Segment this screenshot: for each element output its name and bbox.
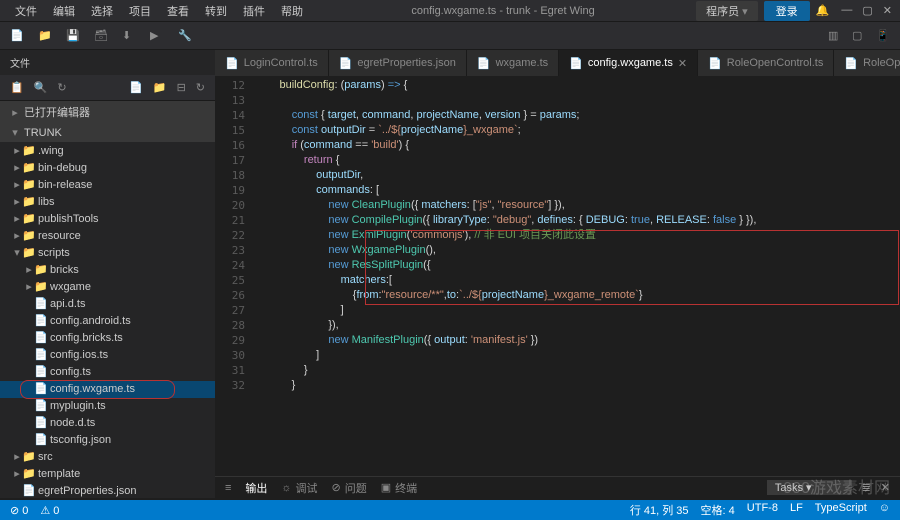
statusbar: ⊘ 0 ⚠ 0 行 41, 列 35 空格: 4 UTF-8 LF TypeSc… — [0, 500, 900, 520]
programmer-button[interactable]: 程序员 ▾ — [696, 1, 758, 21]
menu-帮助[interactable]: 帮助 — [274, 1, 310, 21]
bottom-panel: ≡ 输出 ☼ 调试 ⊘ 问题 ▣ 终端 Tasks ▾ ≣ ✕ — [215, 476, 900, 498]
title-actions: 程序员 ▾ 登录 🔔 — ▢ ✕ — [696, 1, 892, 21]
section-trunk[interactable]: ▾TRUNK — [0, 123, 215, 142]
status-eol[interactable]: LF — [790, 502, 803, 518]
tab-wxgame.ts[interactable]: 📄wxgame.ts — [467, 50, 559, 76]
status-errors[interactable]: ⊘ 0 — [10, 504, 28, 517]
new-file-icon[interactable]: 📄 — [10, 29, 24, 43]
maximize-icon[interactable]: ▢ — [862, 4, 872, 17]
tab-config.wxgame.ts[interactable]: 📄config.wxgame.ts✕ — [559, 50, 698, 76]
status-encoding[interactable]: UTF-8 — [747, 502, 778, 518]
tree-item-config.bricks.ts[interactable]: 📄config.bricks.ts — [0, 330, 215, 347]
panel-tab-output[interactable]: 输出 — [245, 480, 267, 496]
status-warnings[interactable]: ⚠ 0 — [40, 504, 59, 517]
new-file-icon[interactable]: 📄 — [129, 81, 143, 94]
tree-item-api.d.ts[interactable]: 📄api.d.ts — [0, 296, 215, 313]
line-gutter: 12 13 14 15 16 17 18 19 20 21 22 23 24 2… — [215, 76, 255, 476]
tool-icon[interactable]: 🔧 — [178, 29, 192, 43]
panel-icon[interactable]: ▢ — [852, 29, 866, 43]
menu-选择[interactable]: 选择 — [84, 1, 120, 21]
code-editor[interactable]: 12 13 14 15 16 17 18 19 20 21 22 23 24 2… — [215, 76, 900, 476]
sidebar-title: 文件 — [0, 50, 215, 75]
tree-item-tsconfig.json[interactable]: 📄tsconfig.json — [0, 432, 215, 449]
minimize-icon[interactable]: — — [841, 4, 852, 17]
new-folder-icon[interactable]: 📁 — [153, 81, 167, 94]
tab-RoleOpenView.t[interactable]: 📄RoleOpenView.t — [834, 50, 900, 76]
tree-item-node.d.ts[interactable]: 📄node.d.ts — [0, 415, 215, 432]
tab-bar: 📄LoginControl.ts📄egretProperties.json📄wx… — [215, 50, 900, 76]
tab-LoginControl.ts[interactable]: 📄LoginControl.ts — [215, 50, 329, 76]
panel-toggle-icon[interactable]: ≡ — [225, 482, 231, 494]
toolbar: 📄 📁 💾 🗃 ⬇ ▶ 🔧 ▥ ▢ 📱 — [0, 22, 900, 50]
tree-item-wxgame[interactable]: ▸📁wxgame — [0, 279, 215, 296]
tree-item-.wing[interactable]: ▸📁.wing — [0, 143, 215, 160]
panel-tab-debug[interactable]: ☼ 调试 — [281, 480, 317, 496]
tree-item-config.android.ts[interactable]: 📄config.android.ts — [0, 313, 215, 330]
tree-item-src[interactable]: ▸📁src — [0, 449, 215, 466]
panel-tab-terminal[interactable]: ▣ 终端 — [381, 480, 417, 496]
menubar: 文件编辑选择项目查看转到插件帮助 — [8, 1, 310, 21]
refresh-icon[interactable]: ↻ — [57, 81, 66, 94]
tree-item-config.ts[interactable]: 📄config.ts — [0, 364, 215, 381]
menu-查看[interactable]: 查看 — [160, 1, 196, 21]
save-icon[interactable]: 💾 — [66, 29, 80, 43]
menu-转到[interactable]: 转到 — [198, 1, 234, 21]
run-icon[interactable]: ▶ — [150, 29, 164, 43]
tree-item-resource[interactable]: ▸📁resource — [0, 228, 215, 245]
tab-close-icon[interactable]: ✕ — [678, 57, 687, 70]
download-icon[interactable]: ⬇ — [122, 29, 136, 43]
section-open-editors[interactable]: ▸已打开编辑器 — [0, 101, 215, 123]
tree-item-template[interactable]: ▸📁template — [0, 466, 215, 483]
layout-icon[interactable]: ▥ — [828, 29, 842, 43]
save-all-icon[interactable]: 🗃 — [94, 29, 108, 43]
tab-RoleOpenControl.ts[interactable]: 📄RoleOpenControl.ts — [698, 50, 834, 76]
status-indent[interactable]: 空格: 4 — [701, 502, 735, 518]
close-icon[interactable]: ✕ — [883, 4, 892, 17]
tree-item-egretProperties.json[interactable]: 📄egretProperties.json — [0, 483, 215, 498]
tab-egretProperties.json[interactable]: 📄egretProperties.json — [329, 50, 467, 76]
sidebar: 文件 📋 🔍 ↻ 📄 📁 ⊟ ↻ ▸已打开编辑器 ▾TRUNK ▸📁.wing▸… — [0, 50, 215, 498]
code-content[interactable]: buildConfig: (params) => { const { targe… — [255, 76, 900, 476]
device-icon[interactable]: 📱 — [876, 29, 890, 43]
menu-文件[interactable]: 文件 — [8, 1, 44, 21]
tree-item-config.ios.ts[interactable]: 📄config.ios.ts — [0, 347, 215, 364]
open-folder-icon[interactable]: 📁 — [38, 29, 52, 43]
status-lang[interactable]: TypeScript — [815, 502, 867, 518]
panel-close-icon[interactable]: ✕ — [881, 481, 890, 494]
file-tree: ▸📁.wing▸📁bin-debug▸📁bin-release▸📁libs▸📁p… — [0, 142, 215, 498]
panel-tab-problems[interactable]: ⊘ 问题 — [332, 480, 367, 496]
tasks-dropdown[interactable]: Tasks ▾ — [767, 480, 852, 495]
search-icon[interactable]: 🔍 — [34, 81, 48, 94]
editor-area: 📄LoginControl.ts📄egretProperties.json📄wx… — [215, 50, 900, 498]
tree-item-libs[interactable]: ▸📁libs — [0, 194, 215, 211]
sidebar-tools: 📋 🔍 ↻ 📄 📁 ⊟ ↻ — [0, 75, 215, 101]
status-cursor[interactable]: 行 41, 列 35 — [630, 502, 689, 518]
login-button[interactable]: 登录 — [764, 1, 810, 21]
notification-icon[interactable]: 🔔 — [816, 4, 830, 17]
titlebar: 文件编辑选择项目查看转到插件帮助 config.wxgame.ts - trun… — [0, 0, 900, 22]
panel-clear-icon[interactable]: ≣ — [862, 481, 871, 494]
explorer-icon[interactable]: 📋 — [10, 81, 24, 94]
tree-item-myplugin.ts[interactable]: 📄myplugin.ts — [0, 398, 215, 415]
menu-插件[interactable]: 插件 — [236, 1, 272, 21]
tree-item-publishTools[interactable]: ▸📁publishTools — [0, 211, 215, 228]
tree-item-config.wxgame.ts[interactable]: 📄config.wxgame.ts — [0, 381, 215, 398]
more-icon[interactable]: ↻ — [196, 81, 205, 94]
window-title: config.wxgame.ts - trunk - Egret Wing — [310, 5, 696, 17]
menu-项目[interactable]: 项目 — [122, 1, 158, 21]
tree-item-bin-release[interactable]: ▸📁bin-release — [0, 177, 215, 194]
menu-编辑[interactable]: 编辑 — [46, 1, 82, 21]
status-feedback-icon[interactable]: ☺ — [879, 502, 890, 518]
tree-item-bricks[interactable]: ▸📁bricks — [0, 262, 215, 279]
tree-item-bin-debug[interactable]: ▸📁bin-debug — [0, 160, 215, 177]
collapse-icon[interactable]: ⊟ — [177, 81, 186, 94]
tree-item-scripts[interactable]: ▾📁scripts — [0, 245, 215, 262]
